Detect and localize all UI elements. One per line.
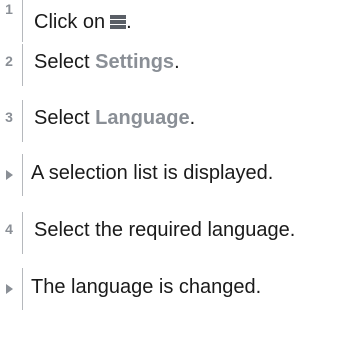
- step-number: 1: [5, 1, 13, 17]
- step-text: Select Settings.: [34, 51, 180, 73]
- step-rule: [22, 0, 23, 42]
- result-arrow-icon: [6, 170, 13, 180]
- step-1: 1 Click on.: [0, 0, 363, 42]
- result-arrow-icon: [6, 284, 13, 294]
- menu-icon: [110, 15, 127, 29]
- result-text: A selection list is displayed.: [31, 162, 274, 184]
- step-number: 2: [5, 53, 13, 69]
- instruction-list: 1 Click on. 2 Select Settings. 3 Select …: [0, 0, 363, 342]
- step-rule: [22, 100, 23, 142]
- result-rule: [22, 268, 23, 310]
- result-text: The language is changed.: [31, 276, 262, 298]
- step-text: Select Language.: [34, 107, 196, 129]
- settings-keyword: Settings: [95, 51, 175, 73]
- step-number: 4: [5, 221, 13, 237]
- result-rule: [22, 154, 23, 196]
- step-rule: [22, 44, 23, 86]
- step-number: 3: [5, 109, 13, 125]
- step-3: 3 Select Language.: [0, 100, 363, 142]
- step-4: 4 Select the required language.: [0, 212, 363, 254]
- step-text: Click on.: [34, 11, 132, 33]
- step-text: Select the required language.: [34, 219, 296, 241]
- result-2: The language is changed.: [0, 268, 363, 310]
- step-rule: [22, 212, 23, 254]
- step-2: 2 Select Settings.: [0, 44, 363, 86]
- result-1: A selection list is displayed.: [0, 154, 363, 196]
- language-keyword: Language: [95, 107, 190, 129]
